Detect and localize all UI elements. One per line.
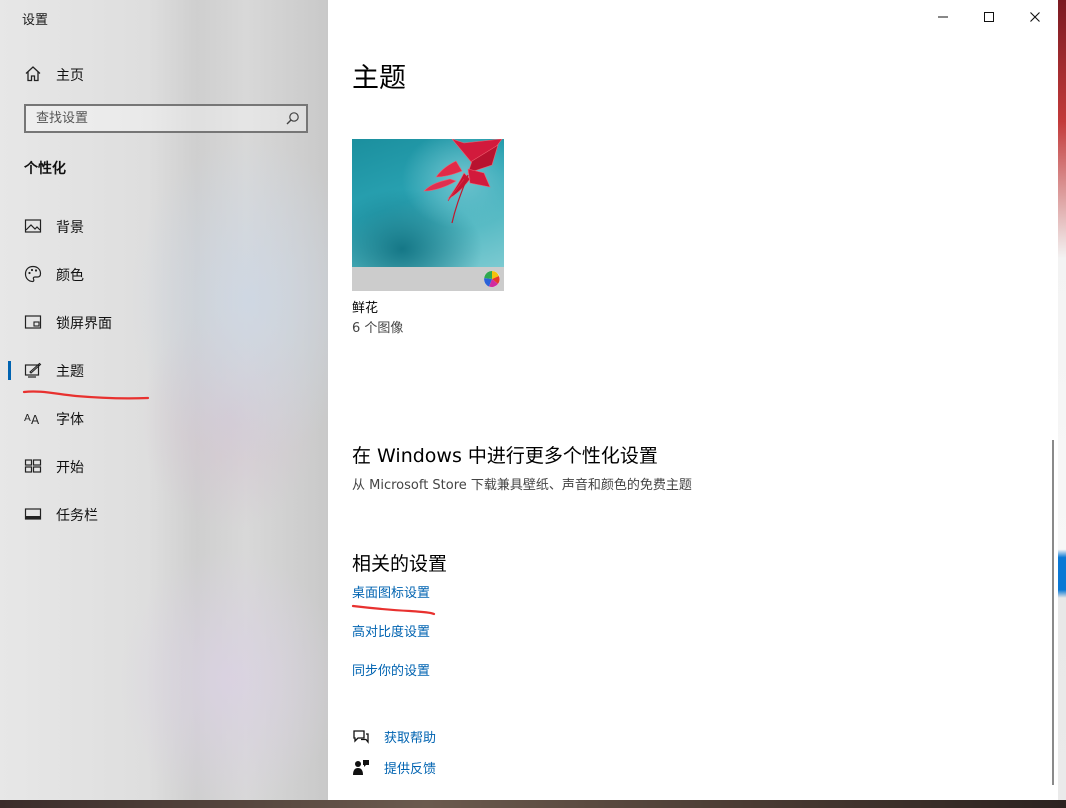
close-icon [1030, 12, 1040, 22]
more-personalization-subtitle: 从 Microsoft Store 下载兼具壁纸、声音和颜色的免费主题 [352, 478, 692, 493]
get-help-link[interactable]: 获取帮助 [384, 727, 436, 746]
search-box[interactable] [24, 104, 308, 133]
sidebar-item-label: 开始 [56, 460, 84, 476]
related-settings-title: 相关的设置 [352, 553, 448, 575]
theme-strip [352, 267, 504, 291]
desktop-background-bottom [0, 800, 1066, 808]
search-input[interactable] [26, 106, 286, 131]
red-underline-annotation [351, 604, 436, 616]
maximize-button[interactable] [966, 0, 1012, 34]
sidebar-item-colors[interactable]: 颜色 [0, 256, 328, 292]
high-contrast-settings-link[interactable]: 高对比度设置 [352, 621, 430, 640]
scrollbar[interactable] [1052, 440, 1054, 785]
sidebar-item-label: 背景 [56, 220, 84, 236]
palette-icon [23, 264, 43, 284]
desktop-icon-settings-link[interactable]: 桌面图标设置 [352, 582, 430, 601]
svg-text:A: A [24, 413, 31, 424]
feedback-icon [352, 758, 370, 776]
color-wheel-icon [483, 270, 501, 288]
section-title: 个性化 [24, 161, 66, 177]
desktop-background-right [1058, 0, 1066, 808]
svg-text:A: A [31, 413, 40, 427]
nav-home-label: 主页 [56, 68, 84, 84]
feedback-link[interactable]: 提供反馈 [384, 758, 436, 777]
page-title: 主题 [352, 63, 406, 94]
sidebar-item-background[interactable]: 背景 [0, 208, 328, 244]
sidebar-item-label: 颜色 [56, 268, 84, 284]
sidebar-item-label: 任务栏 [56, 508, 98, 524]
active-indicator [8, 361, 11, 380]
taskbar-icon [23, 504, 43, 524]
theme-icon [23, 360, 43, 380]
sidebar-item-themes[interactable]: 主题 [0, 352, 328, 388]
sidebar-item-label: 主题 [56, 364, 84, 380]
sidebar-item-label: 字体 [56, 412, 84, 428]
search-icon[interactable] [285, 111, 300, 126]
start-icon [23, 456, 43, 476]
font-icon: AA [23, 408, 43, 428]
settings-window: 设置 主页 个性化 背景 颜色 [0, 0, 1058, 800]
lockscreen-icon [23, 312, 43, 332]
sidebar-item-fonts[interactable]: AA 字体 [0, 400, 328, 436]
sync-settings-link[interactable]: 同步你的设置 [352, 660, 430, 679]
nav-home[interactable]: 主页 [0, 58, 328, 90]
help-chat-icon [352, 727, 370, 745]
sidebar-item-label: 锁屏界面 [56, 316, 112, 332]
sidebar-item-taskbar[interactable]: 任务栏 [0, 496, 328, 532]
app-title: 设置 [22, 13, 49, 28]
home-icon [23, 64, 43, 84]
more-personalization-title: 在 Windows 中进行更多个性化设置 [352, 445, 658, 467]
minimize-icon [938, 16, 948, 18]
theme-tile[interactable] [352, 139, 504, 291]
minimize-button[interactable] [920, 0, 966, 34]
close-button[interactable] [1012, 0, 1058, 34]
theme-preview-image [352, 139, 504, 267]
theme-image-count: 6 个图像 [352, 321, 404, 336]
sidebar-item-lockscreen[interactable]: 锁屏界面 [0, 304, 328, 340]
picture-icon [23, 216, 43, 236]
sidebar: 设置 主页 个性化 背景 颜色 [0, 0, 328, 800]
maximize-icon [984, 12, 994, 22]
theme-name: 鲜花 [352, 301, 379, 316]
main-content: 主题 鲜花 6 个图像 在 Windows 中进行更多个性化设置 从 Micro… [328, 0, 1058, 800]
sidebar-item-start[interactable]: 开始 [0, 448, 328, 484]
